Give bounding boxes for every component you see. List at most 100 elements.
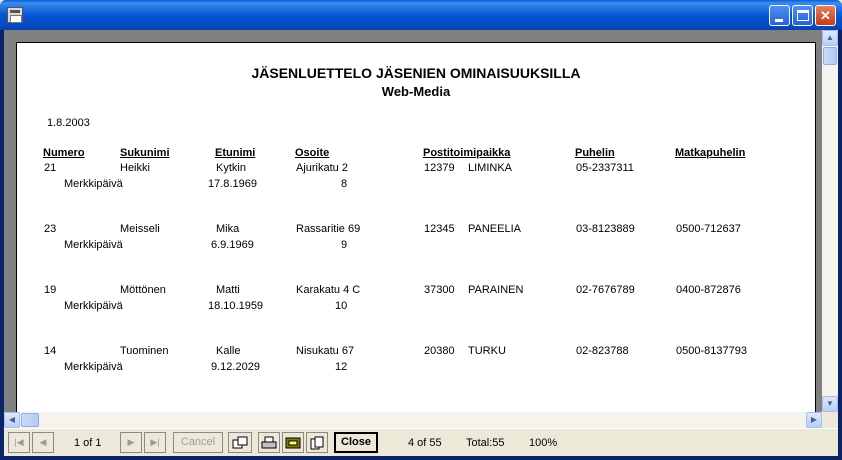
prev-page-icon: ◀ — [39, 437, 47, 447]
close-window-button[interactable]: ✕ — [815, 5, 836, 26]
column-header-sukunimi: Sukunimi — [120, 147, 170, 159]
zoom-button[interactable] — [306, 432, 328, 453]
maximize-icon — [797, 10, 809, 21]
scrollbar-corner — [822, 412, 838, 428]
horizontal-scroll-thumb[interactable] — [21, 413, 39, 427]
record-position: 4 of 55 — [408, 437, 442, 449]
cell-postitoimipaikka: PANEELIA — [468, 223, 521, 235]
report-viewport: JÄSENLUETTELO JÄSENIEN OMINAISUUKSILLA W… — [4, 30, 822, 412]
cell-etunimi: Matti — [216, 284, 240, 296]
prev-page-button[interactable]: ◀ — [32, 432, 54, 453]
cell-luku: 8 — [341, 178, 348, 190]
cell-osoite: Nisukatu 67 — [296, 345, 355, 357]
chevron-down-icon: ▼ — [826, 399, 834, 408]
cell-matkapuhelin: 0500-8137793 — [676, 345, 747, 357]
record-total: Total:55 — [466, 437, 505, 449]
close-icon: ✕ — [820, 8, 831, 23]
cell-postinumero: 37300 — [424, 284, 455, 296]
cell-merkkipaiva: 18.10.1959 — [208, 300, 264, 312]
cell-luku: 10 — [335, 300, 348, 312]
cell-matkapuhelin: 0500-712637 — [676, 223, 741, 235]
cell-postitoimipaikka: TURKU — [468, 345, 506, 357]
preview-toolbar: |◀ ◀ 1 of 1 ▶ ▶| Cancel Close 4 of 55 To… — [4, 428, 838, 456]
next-page-icon: ▶ — [127, 437, 135, 447]
cell-merkkipaiva: 6.9.1969 — [211, 239, 254, 251]
cell-puhelin: 03-8123889 — [576, 223, 635, 235]
cell-etunimi: Kytkin — [216, 162, 246, 174]
scroll-left-button[interactable]: ◀ — [4, 412, 20, 428]
first-page-icon: |◀ — [14, 437, 24, 447]
cell-merkkipaiva: 17.8.1969 — [208, 178, 257, 190]
client-area: JÄSENLUETTELO JÄSENIEN OMINAISUUKSILLA W… — [4, 30, 838, 456]
cell-osoite: Karakatu 4 C — [296, 284, 361, 296]
cell-matkapuhelin: 0400-872876 — [676, 284, 741, 296]
cell-postinumero: 12379 — [424, 162, 455, 174]
cell-numero: 23 — [44, 223, 57, 235]
cell-luku: 9 — [341, 239, 348, 251]
minimize-icon — [775, 19, 783, 22]
cancel-button[interactable]: Cancel — [173, 432, 223, 453]
cell-postitoimipaikka: PARAINEN — [468, 284, 524, 296]
vertical-scroll-thumb[interactable] — [823, 47, 837, 65]
maximize-button[interactable] — [792, 5, 813, 26]
cell-merkkipaiva-label: Merkkipäivä — [64, 239, 123, 251]
cell-sukunimi: Meisseli — [120, 223, 160, 235]
print-button[interactable] — [258, 432, 280, 453]
print-setup-button[interactable] — [282, 432, 304, 453]
column-header-osoite: Osoite — [295, 147, 330, 159]
next-page-button[interactable]: ▶ — [120, 432, 142, 453]
cell-puhelin: 02-823788 — [576, 345, 629, 357]
column-header-puhelin: Puhelin — [575, 147, 615, 159]
title-bar[interactable]: ✕ — [0, 0, 842, 30]
cell-merkkipaiva-label: Merkkipäivä — [64, 178, 123, 190]
cell-numero: 14 — [44, 345, 57, 357]
cell-merkkipaiva: 9.12.2029 — [211, 361, 260, 373]
report-page: JÄSENLUETTELO JÄSENIEN OMINAISUUKSILLA W… — [16, 42, 816, 412]
print-setup-icon — [285, 437, 301, 449]
cell-puhelin: 05-2337311 — [576, 162, 634, 174]
cell-luku: 12 — [335, 361, 348, 373]
cell-etunimi: Kalle — [216, 345, 241, 357]
cell-postitoimipaikka: LIMINKA — [468, 162, 513, 174]
report-preview-window: ✕ JÄSENLUETTELO JÄSENIEN OMINAISUUKSILLA… — [0, 0, 842, 460]
close-button[interactable]: Close — [334, 432, 378, 453]
print-icon — [261, 436, 277, 449]
export-button[interactable] — [228, 432, 252, 453]
cell-sukunimi: Heikki — [120, 162, 150, 174]
cell-numero: 21 — [44, 162, 57, 174]
scroll-down-button[interactable]: ▼ — [822, 396, 838, 412]
app-icon — [7, 7, 23, 23]
cell-etunimi: Mika — [216, 223, 240, 235]
minimize-button[interactable] — [769, 5, 790, 26]
report-subtitle: Web-Media — [381, 84, 451, 99]
report-date: 1.8.2003 — [47, 117, 90, 129]
column-header-postitoimipaikka: Postitoimipaikka — [423, 147, 511, 159]
cell-postinumero: 12345 — [424, 223, 455, 235]
cell-sukunimi: Möttönen — [120, 284, 166, 296]
cell-osoite: Rassaritie 69 — [296, 223, 361, 235]
last-page-icon: ▶| — [150, 437, 160, 447]
cell-postinumero: 20380 — [424, 345, 455, 357]
first-page-button[interactable]: |◀ — [8, 432, 30, 453]
cell-numero: 19 — [44, 284, 57, 296]
scroll-right-button[interactable]: ▶ — [806, 412, 822, 428]
vertical-scrollbar[interactable]: ▲ ▼ — [822, 30, 838, 412]
cell-sukunimi: Tuominen — [120, 345, 169, 357]
report-title: JÄSENLUETTELO JÄSENIEN OMINAISUUKSILLA — [251, 65, 581, 81]
cell-osoite: Ajurikatu 2 — [296, 162, 348, 174]
cell-merkkipaiva-label: Merkkipäivä — [64, 300, 123, 312]
chevron-up-icon: ▲ — [826, 33, 834, 42]
column-header-etunimi: Etunimi — [215, 147, 256, 159]
chevron-left-icon: ◀ — [8, 415, 16, 424]
scroll-up-button[interactable]: ▲ — [822, 30, 838, 46]
horizontal-scrollbar[interactable]: ◀ ▶ — [4, 412, 822, 428]
zoom-level: 100% — [529, 437, 558, 449]
column-header-matkapuhelin: Matkapuhelin — [675, 147, 746, 159]
column-header-numero: Numero — [43, 147, 85, 159]
page-indicator: 1 of 1 — [74, 437, 102, 449]
cell-merkkipaiva-label: Merkkipäivä — [64, 361, 123, 373]
zoom-icon — [310, 436, 324, 450]
last-page-button[interactable]: ▶| — [144, 432, 166, 453]
chevron-right-icon: ▶ — [810, 415, 818, 424]
cell-puhelin: 02-7676789 — [576, 284, 635, 296]
